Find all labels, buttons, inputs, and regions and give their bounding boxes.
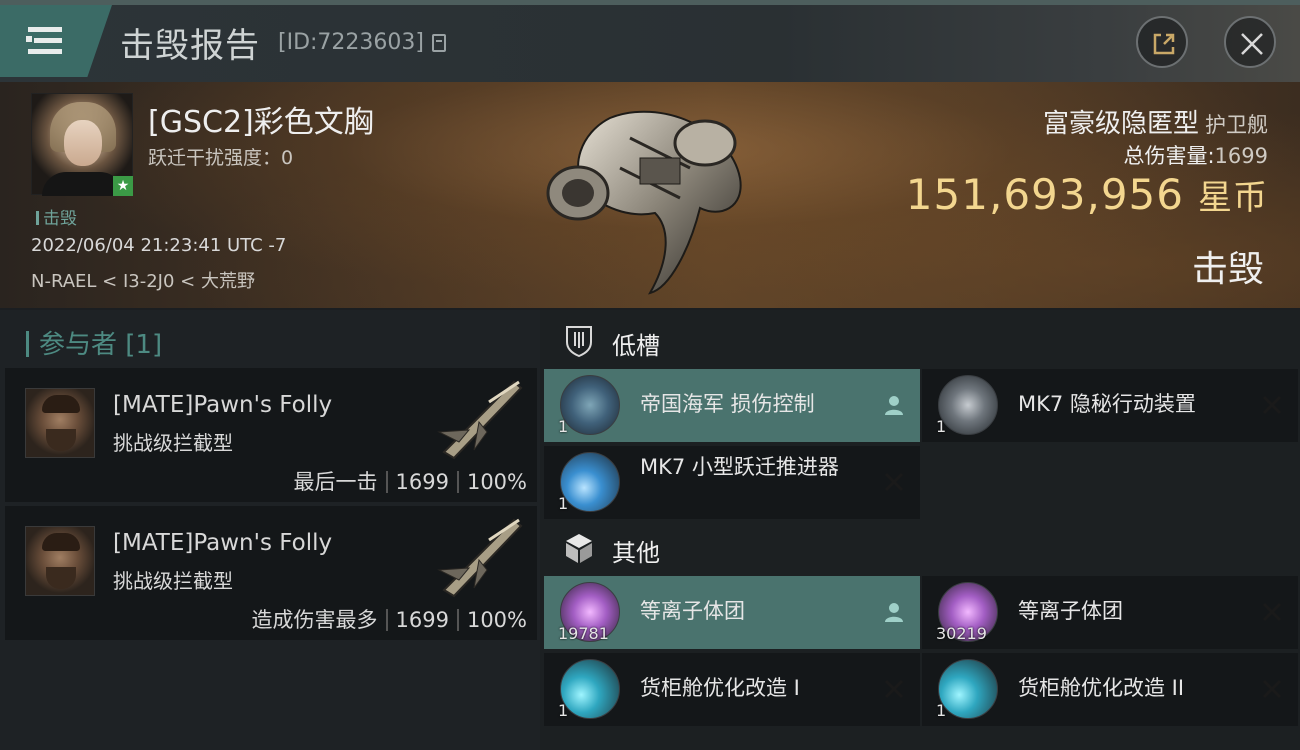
x-icon[interactable] [1260,600,1284,624]
x-icon[interactable] [1260,393,1284,417]
menu-icon-line [34,38,62,43]
module-item[interactable]: 1 货柜舱优化改造 II [922,653,1298,726]
victim-ship-image[interactable] [540,98,760,298]
portrait-beard [46,567,76,589]
attacker-ship-image[interactable] [429,510,529,600]
cargo-rig-icon [938,659,998,719]
x-icon[interactable] [1260,677,1284,701]
attacker-role: 最后一击 [293,470,378,494]
module-qty: 1 [936,701,947,720]
status-tag: 击毁 [36,204,77,229]
cloaking-device-icon [938,375,998,435]
portrait-beard [46,429,76,451]
module-name: 等离子体团 [640,599,745,623]
attacker-stats: 最后一击 1699 100% [294,466,528,496]
module-name: MK7 隐秘行动装置 [1018,392,1196,416]
copy-icon[interactable] [432,34,446,52]
module-item[interactable]: 1 MK7 小型跃迁推进器 [544,446,920,519]
divider [456,609,459,631]
other-title: 其他 [612,539,660,567]
attacker-ship: 挑战级拦截型 [113,431,233,455]
attacker-damage: 1699 [395,470,449,494]
module-qty: 1 [558,417,569,436]
damage-control-icon [560,375,620,435]
kill-timestamp: 2022/06/04 21:23:41 UTC -7 [31,235,287,256]
module-qty: 30219 [936,624,987,643]
attacker-percent: 100% [466,470,527,494]
module-item[interactable]: 1 MK7 隐秘行动装置 [922,369,1298,442]
outcome-label: 击毁 [1191,249,1264,290]
low-slot-icon [566,326,592,358]
damage-label: 总伤害量: [1123,144,1215,168]
attacker-name: [MATE]Pawn's Folly [113,392,333,418]
cube-icon [566,534,592,563]
module-name: MK7 小型跃迁推进器 [640,455,839,479]
close-icon [1241,33,1263,55]
portrait-face [64,120,102,166]
kill-location[interactable]: N-RAEL < I3-2J0 < 大荒野 [31,267,255,293]
module-name: 帝国海军 损伤控制 [640,392,815,416]
attacker-name: [MATE]Pawn's Folly [113,530,333,556]
divider [385,609,388,631]
module-name: 等离子体团 [1018,599,1123,623]
close-button[interactable] [1224,16,1276,68]
attacker-stats: 造成伤害最多 1699 100% [252,604,528,634]
total-damage: 总伤害量:1699 [1123,140,1268,170]
portrait-body [42,172,124,196]
module-qty: 1 [558,701,569,720]
low-slot-title: 低槽 [612,332,660,360]
share-button[interactable] [1136,16,1188,68]
attacker-damage: 1699 [395,608,449,632]
cargo-rig-icon [560,659,620,719]
module-name: 货柜舱优化改造 II [1018,676,1185,700]
report-id: [ID:7223603] [278,30,424,55]
microwarpdrive-icon [560,452,620,512]
menu-icon-line [28,49,62,54]
portrait-hair [42,533,80,551]
isk-amount: 151,693,956 [905,170,1184,219]
menu-button[interactable] [0,5,112,77]
module-qty: 19781 [558,624,609,643]
module-qty: 1 [558,494,569,513]
isk-unit: 星币 [1198,178,1268,218]
person-icon[interactable] [882,600,906,624]
module-item[interactable]: 19781 等离子体团 [544,576,920,649]
victim-ship-type[interactable]: 富豪级隐匿型 护卫舰 [1043,103,1268,140]
share-icon [1153,33,1175,55]
attacker-card[interactable]: [MATE]Pawn's Folly 挑战级拦截型 造成伤害最多 1699 100% [5,506,537,640]
person-icon[interactable] [882,393,906,417]
menu-icon-dot [26,36,32,42]
portrait-hair [42,395,80,413]
divider [456,471,459,493]
isk-value: 151,693,956 星币 [906,170,1268,219]
attacker-ship-image[interactable] [429,372,529,462]
victim-name[interactable]: [GSC2]彩色文胸 [148,97,374,141]
x-icon[interactable] [882,470,906,494]
attacker-portrait[interactable] [25,388,95,458]
star-icon: ★ [113,176,133,196]
damage-value: 1699 [1214,144,1268,168]
module-item[interactable]: 1 帝国海军 损伤控制 [544,369,920,442]
participants-title: 参与者 [1] [26,324,162,361]
warp-disruption-label: 跃迁干扰强度：0 [148,147,294,169]
module-qty: 1 [936,417,947,436]
x-icon[interactable] [882,677,906,701]
ship-class-label: 护卫舰 [1205,113,1268,137]
header-bar: 击毁报告 [ID:7223603] [0,0,1300,82]
menu-icon [28,27,62,32]
module-name: 货柜舱优化改造 I [640,676,800,700]
module-item[interactable]: 30219 等离子体团 [922,576,1298,649]
module-item[interactable]: 1 货柜舱优化改造 I [544,653,920,726]
attacker-percent: 100% [466,608,527,632]
divider [385,471,388,493]
attacker-portrait[interactable] [25,526,95,596]
page-title: 击毁报告 [120,26,260,66]
attacker-role: 造成伤害最多 [251,608,378,632]
attacker-card[interactable]: [MATE]Pawn's Folly 挑战级拦截型 最后一击 1699 100% [5,368,537,502]
ship-type-name: 富豪级隐匿型 [1042,109,1199,139]
attacker-ship: 挑战级拦截型 [113,569,233,593]
